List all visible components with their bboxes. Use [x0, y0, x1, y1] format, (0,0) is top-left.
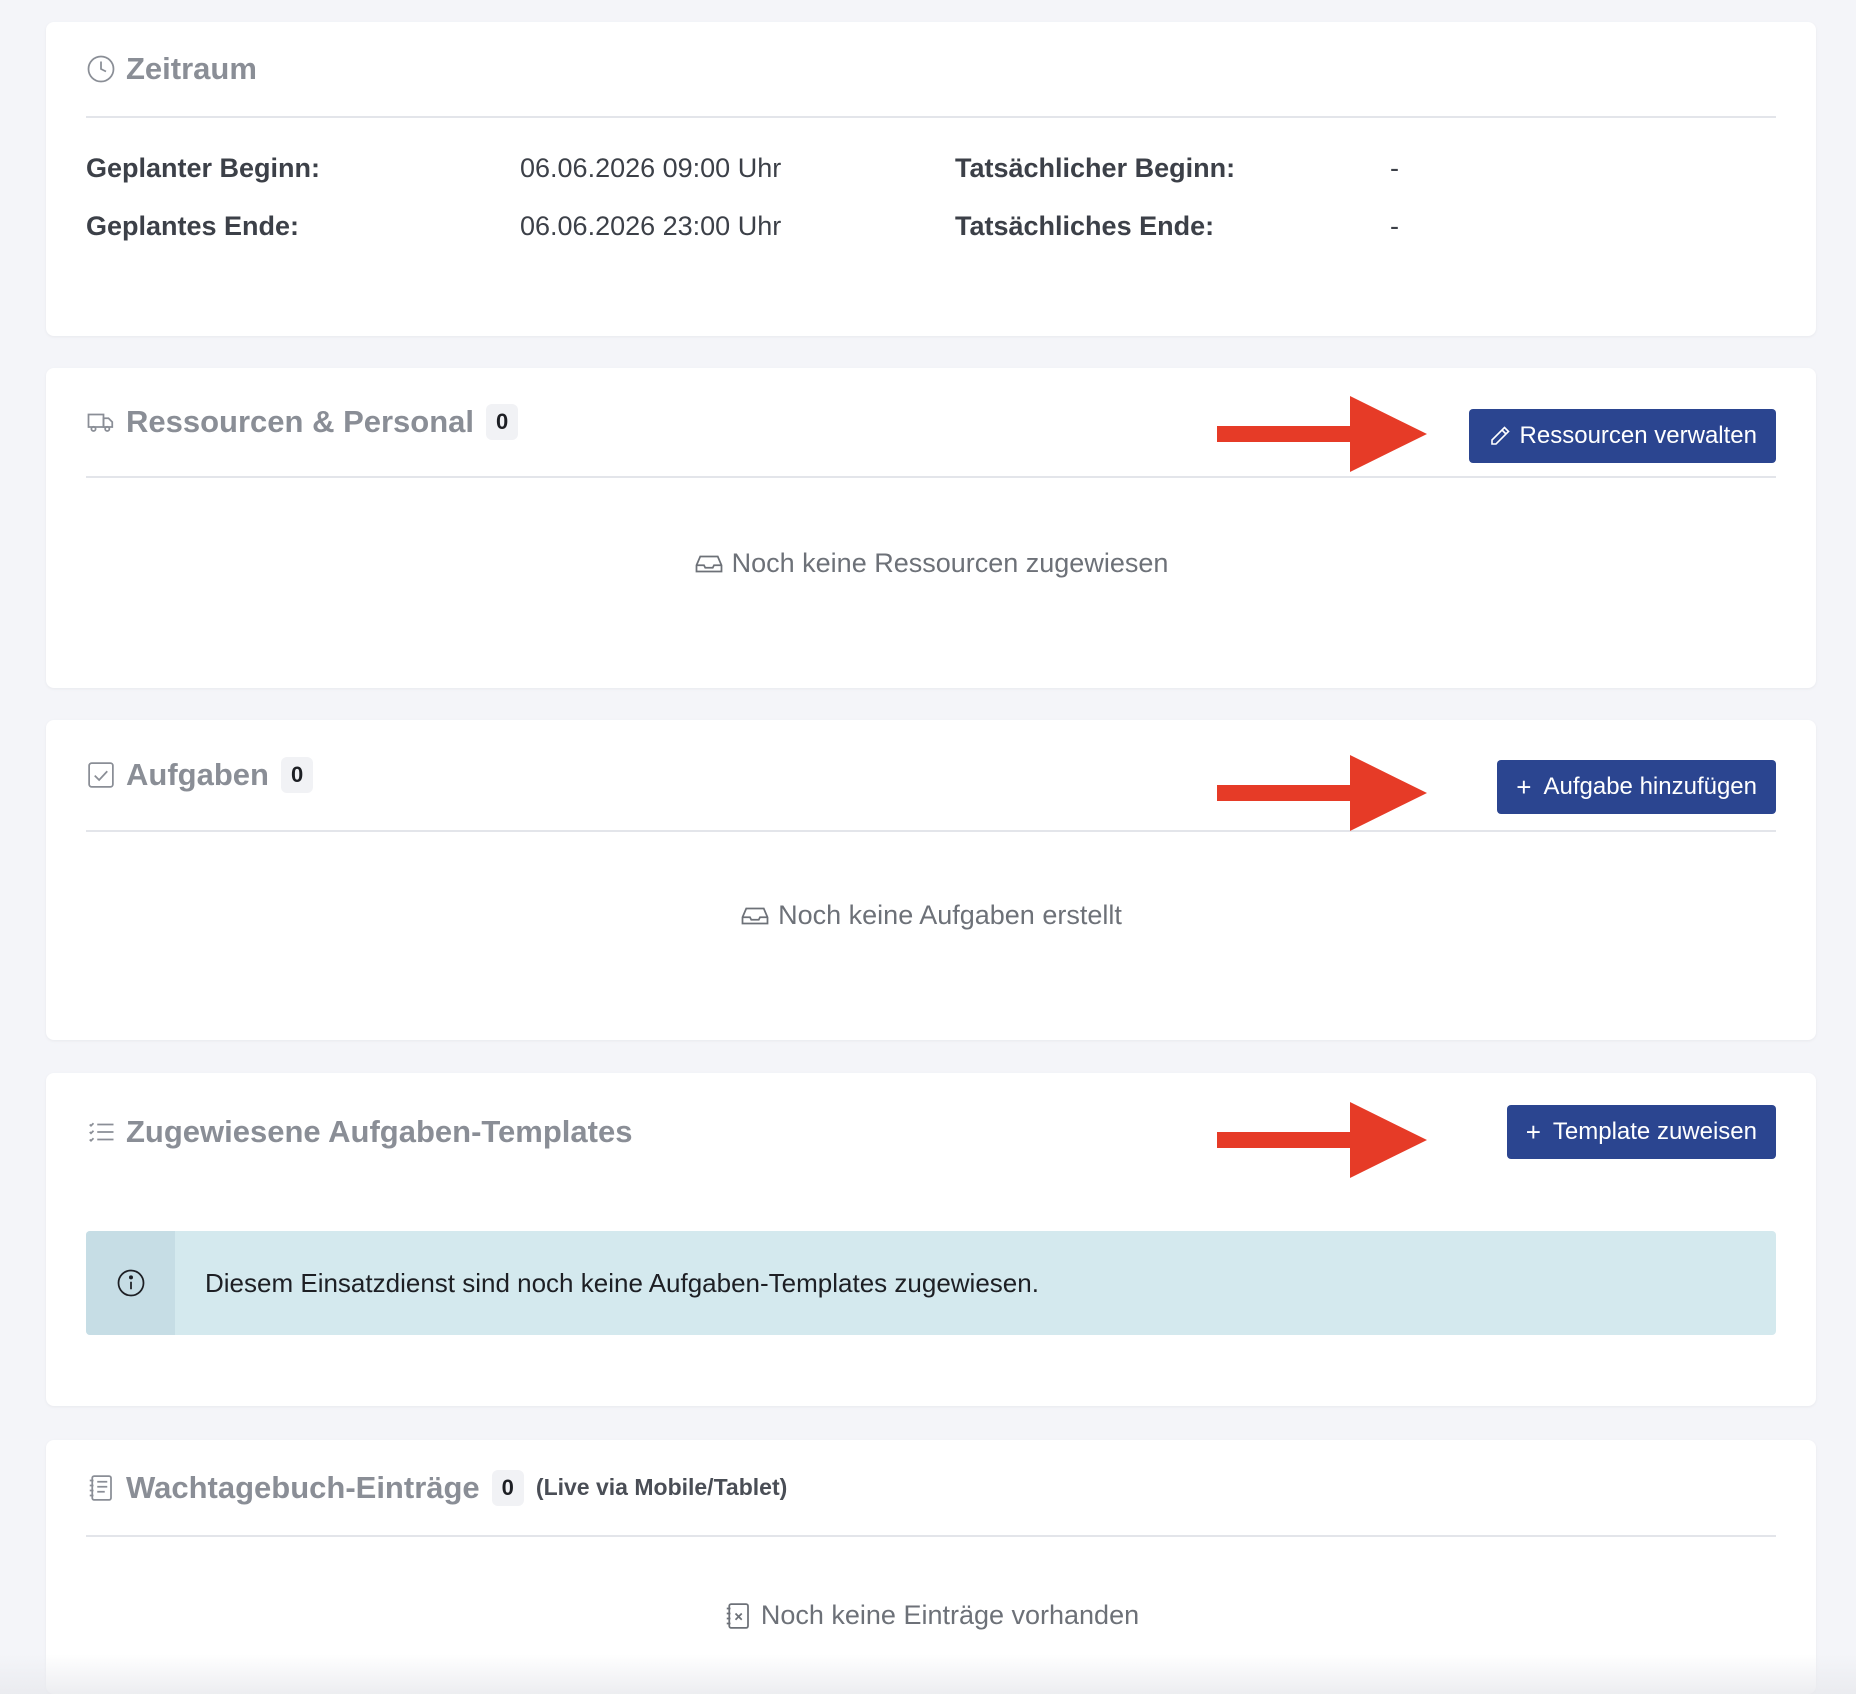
card-zeitraum: Zeitraum Geplanter Beginn: 06.06.2026 09…: [46, 22, 1816, 336]
card-ressourcen: Ressourcen & Personal 0 Ressourcen verwa…: [46, 368, 1816, 688]
inbox-icon: [740, 901, 770, 931]
ressourcen-empty-text: Noch keine Ressourcen zugewiesen: [731, 548, 1169, 578]
card-templates: Zugewiesene Aufgaben-Templates + Templat…: [46, 1073, 1816, 1406]
annotation-arrow: [1217, 396, 1427, 472]
checkbox-icon: [86, 760, 116, 790]
pencil-icon: [1488, 424, 1512, 448]
actual-start-label: Tatsächlicher Beginn:: [955, 153, 1236, 183]
ressourcen-verwalten-button[interactable]: Ressourcen verwalten: [1468, 409, 1776, 463]
template-zuweisen-button[interactable]: + Template zuweisen: [1506, 1105, 1776, 1159]
journal-icon: [86, 1473, 116, 1503]
actual-end-label: Tatsächliches Ende:: [955, 211, 1215, 241]
template-zuweisen-label: Template zuweisen: [1552, 1118, 1757, 1145]
clock-icon: [86, 54, 116, 84]
journal-x-icon: [723, 1601, 753, 1631]
annotation-arrow: [1217, 755, 1427, 831]
info-icon: [86, 1231, 175, 1335]
inbox-icon: [694, 549, 724, 579]
wachtagebuch-empty-text: Noch keine Einträge vorhanden: [760, 1600, 1140, 1630]
templates-title: Zugewiesene Aufgaben-Templates: [126, 1114, 633, 1149]
templates-info-text: Diesem Einsatzdienst sind noch keine Auf…: [205, 1267, 1039, 1298]
ressourcen-verwalten-label: Ressourcen verwalten: [1519, 422, 1757, 449]
ressourcen-empty-state: Noch keine Ressourcen zugewiesen: [46, 548, 1816, 579]
list-icon: [86, 1117, 116, 1147]
ressourcen-count-badge: 0: [486, 404, 519, 440]
zeitraum-title: Zeitraum: [126, 51, 257, 86]
truck-icon: [86, 407, 116, 437]
annotation-arrow: [1217, 1102, 1427, 1178]
wachtagebuch-count-badge: 0: [491, 1469, 524, 1506]
planned-end-label: Geplantes Ende:: [86, 211, 300, 241]
aufgabe-hinzufuegen-button[interactable]: + Aufgabe hinzufügen: [1497, 760, 1776, 814]
planned-start-label: Geplanter Beginn:: [86, 153, 321, 183]
planned-start-value: 06.06.2026 09:00 Uhr: [520, 153, 782, 183]
ressourcen-title: Ressourcen & Personal: [126, 404, 475, 439]
wachtagebuch-header: Wachtagebuch-Einträge 0 (Live via Mobile…: [86, 1440, 1776, 1537]
templates-info-alert: Diesem Einsatzdienst sind noch keine Auf…: [86, 1231, 1776, 1335]
aufgabe-hinzufuegen-label: Aufgabe hinzufügen: [1543, 773, 1757, 800]
aufgaben-empty-text: Noch keine Aufgaben erstellt: [778, 900, 1122, 930]
card-wachtagebuch: Wachtagebuch-Einträge 0 (Live via Mobile…: [46, 1440, 1816, 1694]
aufgaben-empty-state: Noch keine Aufgaben erstellt: [46, 900, 1816, 931]
aufgaben-title: Aufgaben: [126, 757, 269, 792]
plus-icon: +: [1525, 1117, 1541, 1147]
actual-end-value: -: [1390, 211, 1399, 241]
aufgaben-count-badge: 0: [280, 757, 314, 793]
plus-icon: +: [1516, 772, 1532, 802]
wachtagebuch-empty-state: Noch keine Einträge vorhanden: [46, 1600, 1816, 1631]
card-aufgaben: Aufgaben 0 + Aufgabe hinzufügen Noch kei…: [46, 720, 1816, 1040]
planned-end-value: 06.06.2026 23:00 Uhr: [520, 211, 782, 241]
wachtagebuch-sublabel: (Live via Mobile/Tablet): [535, 1474, 788, 1500]
zeitraum-header: Zeitraum: [86, 22, 1776, 118]
actual-start-value: -: [1390, 153, 1399, 183]
wachtagebuch-title: Wachtagebuch-Einträge: [126, 1469, 480, 1505]
